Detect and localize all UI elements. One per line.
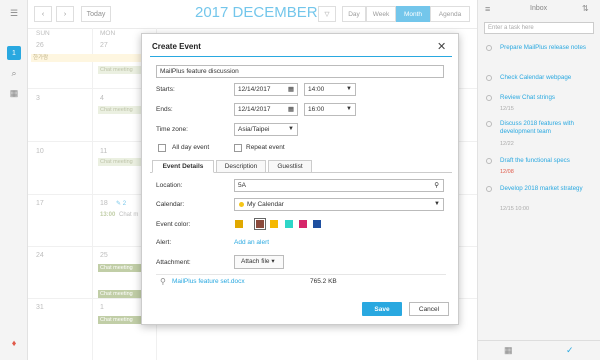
menu-icon[interactable]: ☰ bbox=[7, 6, 21, 20]
attachment-file-link[interactable]: MailPlus feature set.docx bbox=[172, 278, 245, 285]
task-checkbox[interactable] bbox=[486, 75, 492, 81]
tab-event-details[interactable]: Event Details bbox=[152, 160, 214, 173]
task-item[interactable]: Review Chat strings 12/15 bbox=[486, 94, 596, 114]
pin-icon[interactable]: ♦ bbox=[7, 336, 21, 350]
starts-label: Starts: bbox=[156, 86, 175, 93]
file-divider bbox=[156, 274, 446, 275]
sort-icon[interactable]: ⇅ bbox=[582, 4, 589, 13]
all-day-label: All day event bbox=[172, 144, 210, 151]
task-checkbox[interactable] bbox=[486, 186, 492, 192]
color-swatch[interactable] bbox=[299, 220, 307, 228]
footer-divider bbox=[478, 340, 600, 341]
tasks-tab-icon[interactable]: ✓ bbox=[566, 345, 574, 356]
attach-file-button[interactable]: Attach file ▾ bbox=[234, 255, 284, 269]
inbox-panel: ≡ Inbox ⇅ Enter a task here Prepare Mail… bbox=[477, 0, 600, 360]
map-pin-icon[interactable]: ⚲ bbox=[434, 180, 439, 191]
event-color-label: Event color: bbox=[156, 221, 191, 228]
color-swatch-selected[interactable] bbox=[254, 218, 266, 230]
left-sidebar: ☰ 1 ⌕ ▦ ♦ bbox=[0, 0, 28, 360]
task-item[interactable]: Draft the functional specs 12/08 bbox=[486, 157, 596, 177]
task-item[interactable]: Prepare MailPlus release notes bbox=[486, 44, 596, 62]
calendar-tab-icon[interactable]: ▦ bbox=[504, 345, 513, 356]
timezone-select[interactable]: Asia/Taipei ▼ bbox=[234, 123, 298, 136]
task-checkbox[interactable] bbox=[486, 45, 492, 51]
start-time-select[interactable]: 14:00 ▼ bbox=[304, 83, 356, 96]
calendar-color-dot bbox=[239, 202, 244, 207]
tab-guestlist[interactable]: Guestlist bbox=[268, 160, 312, 173]
all-day-checkbox[interactable] bbox=[158, 144, 166, 152]
end-date-input[interactable]: 12/14/2017 ▦ bbox=[234, 103, 298, 116]
tab-description[interactable]: Description bbox=[216, 160, 266, 173]
menu-icon[interactable]: ≡ bbox=[485, 4, 490, 14]
calendar-label: Calendar: bbox=[156, 201, 185, 208]
add-alert-link[interactable]: Add an alert bbox=[234, 239, 269, 246]
color-swatch[interactable] bbox=[235, 220, 243, 228]
date-picker-icon[interactable]: ▦ bbox=[288, 104, 294, 115]
task-item[interactable]: Check Calendar webpage bbox=[486, 74, 596, 84]
task-item[interactable]: Develop 2018 market strategy 12/15 10:00 bbox=[486, 185, 596, 213]
start-date-input[interactable]: 12/14/2017 ▦ bbox=[234, 83, 298, 96]
location-input[interactable]: 5A ⚲ bbox=[234, 179, 444, 192]
task-checkbox[interactable] bbox=[486, 95, 492, 101]
attachment-label: Attachment: bbox=[156, 259, 191, 266]
save-button[interactable]: Save bbox=[362, 302, 402, 316]
paperclip-icon: ⚲ bbox=[160, 277, 166, 286]
calendar-icon[interactable]: 1 bbox=[7, 46, 21, 60]
color-swatch[interactable] bbox=[313, 220, 321, 228]
task-item[interactable]: Discuss 2018 features with development t… bbox=[486, 120, 596, 148]
chevron-down-icon: ▼ bbox=[346, 106, 352, 112]
cancel-button[interactable]: Cancel bbox=[409, 302, 449, 316]
repeat-checkbox[interactable] bbox=[234, 144, 242, 152]
create-event-dialog: Create Event ✕ MailPlus feature discussi… bbox=[141, 33, 459, 325]
color-swatch[interactable] bbox=[270, 220, 278, 228]
title-divider bbox=[150, 56, 452, 57]
task-input[interactable]: Enter a task here bbox=[484, 22, 594, 34]
calendar-list-icon[interactable]: ▦ bbox=[7, 86, 21, 100]
dialog-title: Create Event bbox=[152, 42, 201, 51]
location-label: Location: bbox=[156, 182, 183, 189]
subject-input[interactable]: MailPlus feature discussion bbox=[156, 65, 444, 78]
task-checkbox[interactable] bbox=[486, 121, 492, 127]
alert-label: Alert: bbox=[156, 239, 172, 246]
inbox-title: Inbox bbox=[530, 5, 548, 12]
ends-label: Ends: bbox=[156, 106, 173, 113]
task-checkbox[interactable] bbox=[486, 158, 492, 164]
search-icon[interactable]: ⌕ bbox=[7, 66, 21, 80]
repeat-label: Repeat event bbox=[246, 144, 285, 151]
date-picker-icon[interactable]: ▦ bbox=[288, 84, 294, 95]
close-icon[interactable]: ✕ bbox=[437, 40, 446, 53]
chevron-down-icon: ▼ bbox=[434, 201, 440, 207]
attachment-size: 765.2 KB bbox=[310, 278, 337, 285]
color-swatch[interactable] bbox=[285, 220, 293, 228]
calendar-select[interactable]: My Calendar ▼ bbox=[234, 198, 444, 211]
end-time-select[interactable]: 16:00 ▼ bbox=[304, 103, 356, 116]
timezone-label: Time zone: bbox=[156, 126, 188, 133]
chevron-down-icon: ▼ bbox=[346, 86, 352, 92]
chevron-down-icon: ▼ bbox=[288, 126, 294, 132]
